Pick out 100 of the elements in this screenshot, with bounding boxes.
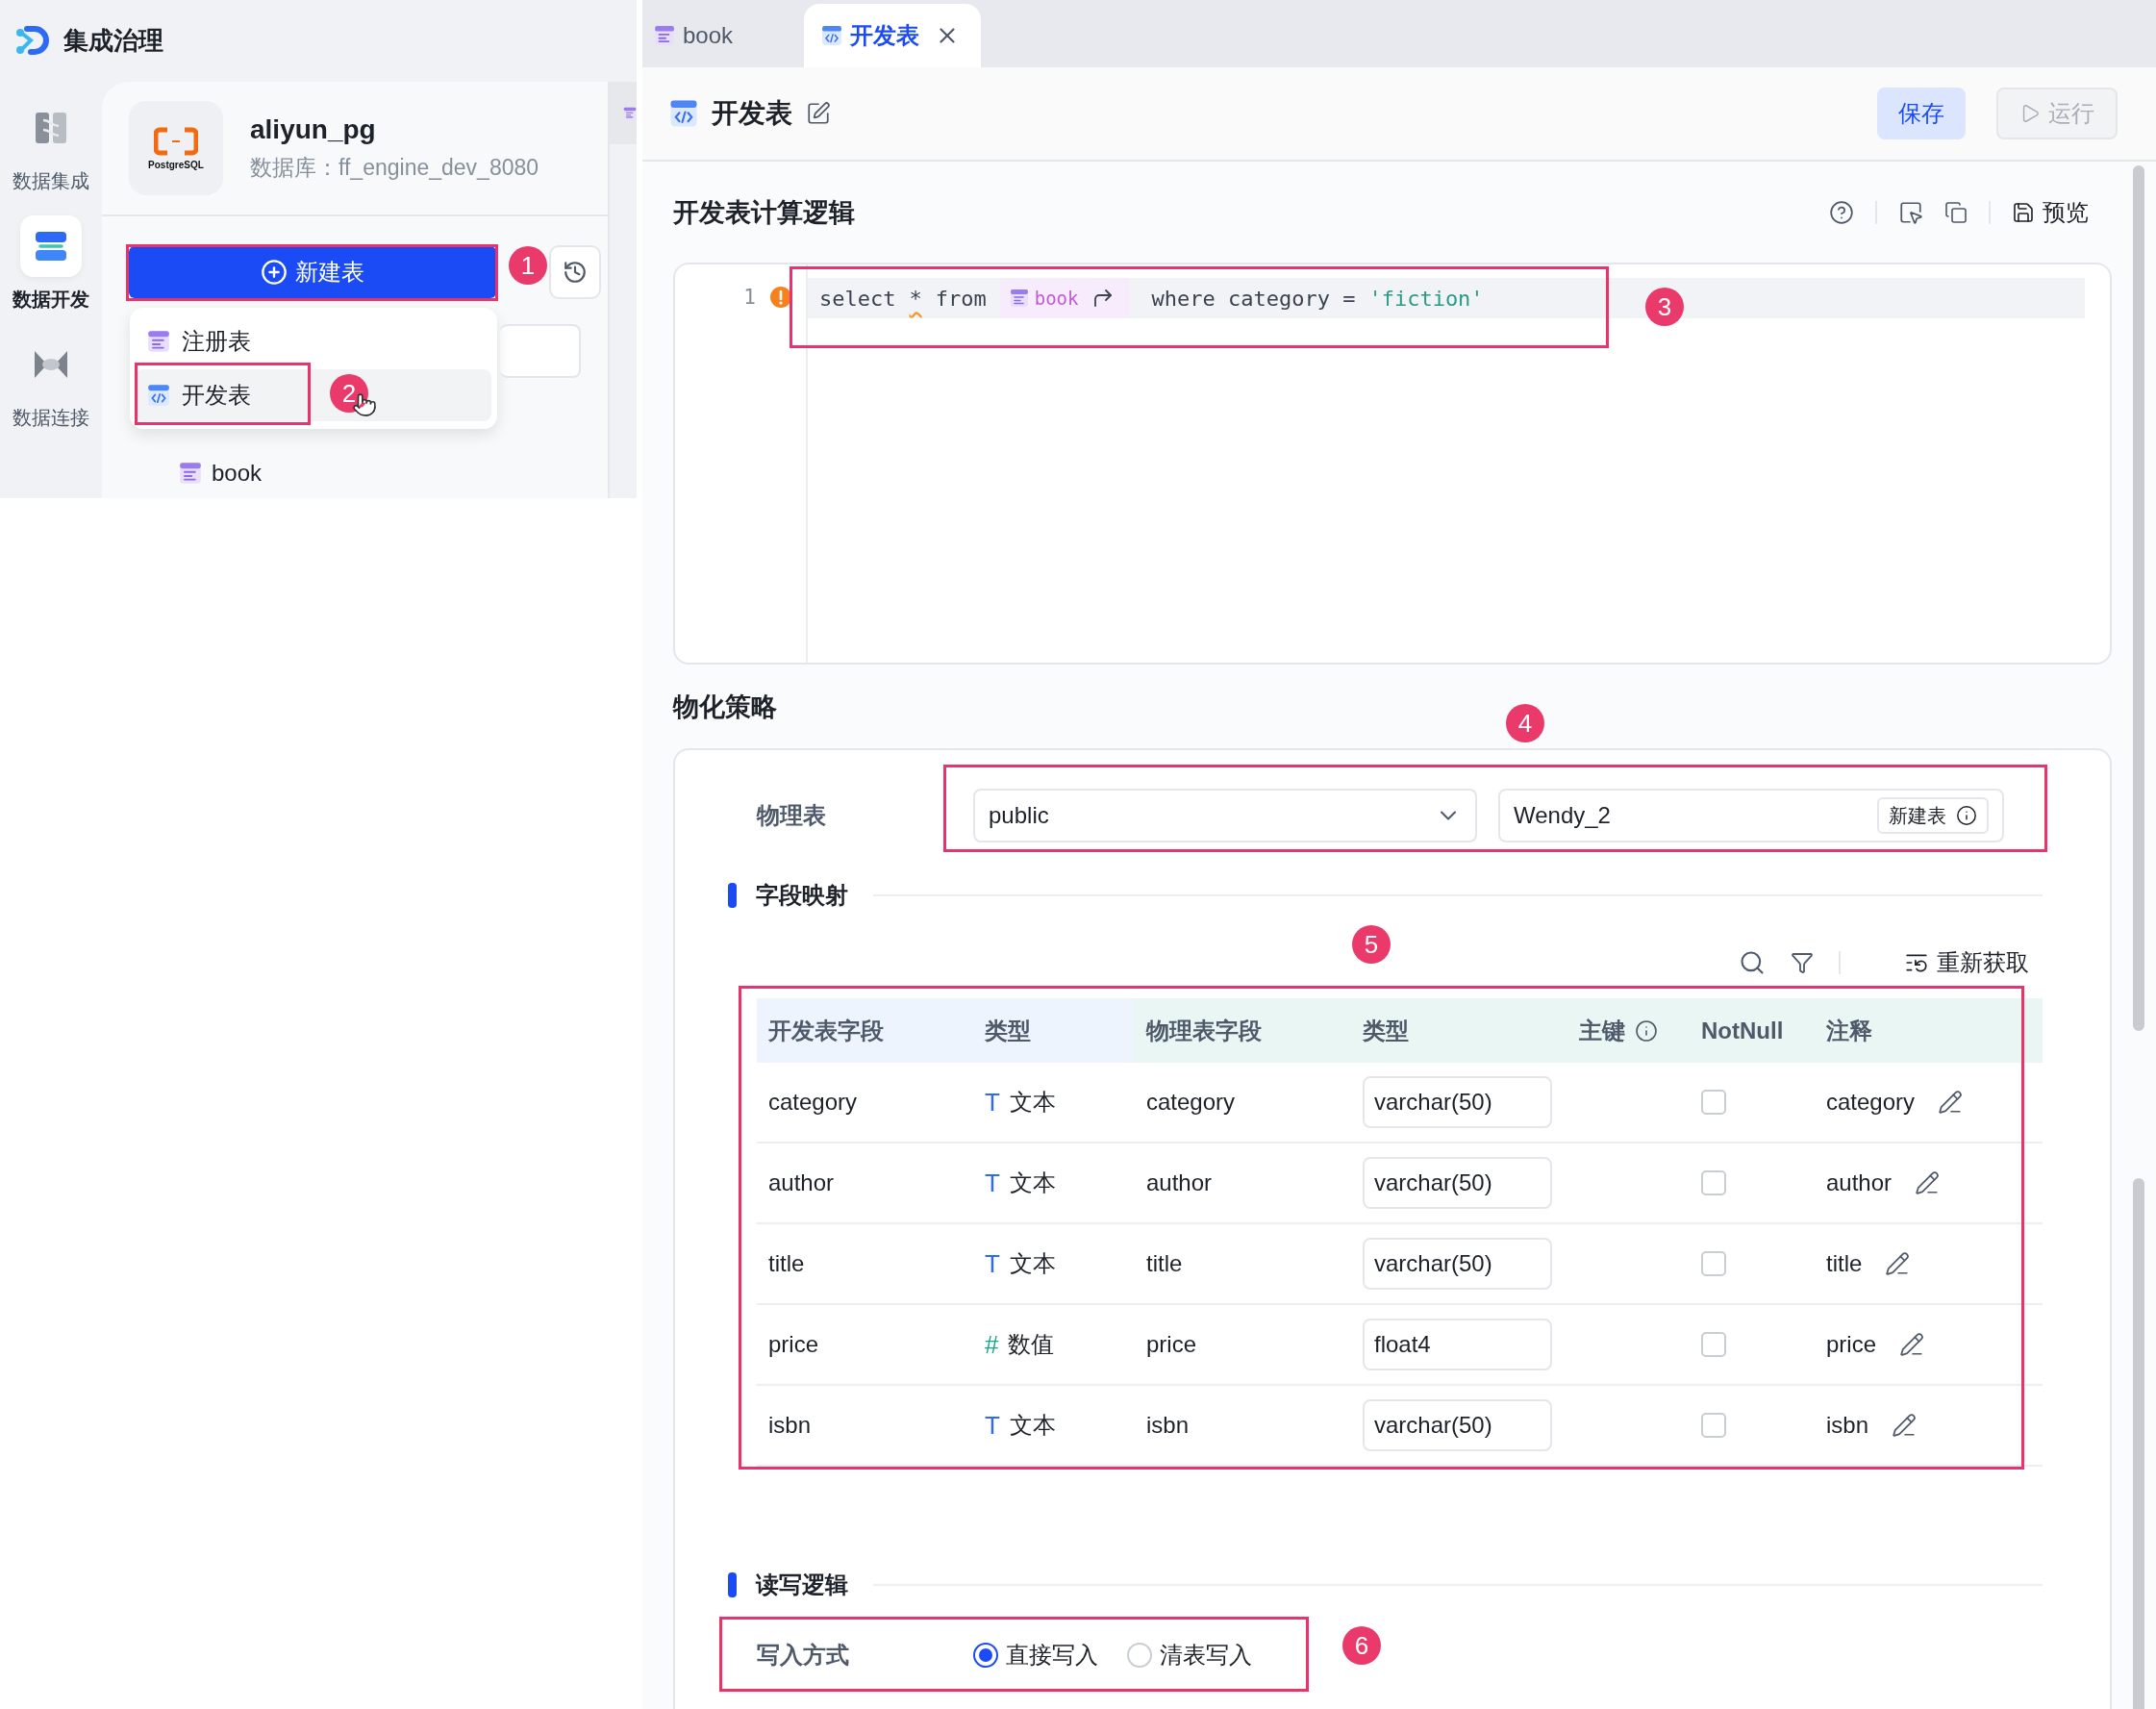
- section-marker: [728, 883, 737, 908]
- table-header-cell-text: 物理表字段: [1146, 1016, 1262, 1045]
- table-header-cell-text: 注释: [1826, 1016, 1872, 1045]
- clock-icon: [563, 260, 588, 285]
- table-header-cell-text: 类型: [1363, 1016, 1409, 1045]
- table-cell: price: [1826, 1331, 1877, 1358]
- line-number: 1: [743, 286, 756, 309]
- table-cell: isbn: [1146, 1412, 1190, 1439]
- table-icon: [1009, 289, 1029, 308]
- table-cell: author: [768, 1169, 835, 1196]
- page-title: 开发表: [712, 97, 792, 130]
- table-cell: author: [1826, 1169, 1893, 1196]
- type-field[interactable]: varchar(50): [1363, 1238, 1552, 1290]
- not-null-checkbox[interactable]: [1701, 1090, 1726, 1115]
- code-table-icon: [147, 384, 170, 407]
- search-icon[interactable]: [1739, 949, 1766, 976]
- edit-icon[interactable]: [1915, 1170, 1941, 1195]
- subsection-title: 字段映射: [756, 881, 848, 910]
- table-name-field[interactable]: Wendy_2 新建表: [1498, 789, 2004, 842]
- code-table-icon: [669, 99, 698, 128]
- text-type-icon: T: [985, 1410, 1000, 1441]
- subsection-title: 读写逻辑: [756, 1571, 848, 1599]
- table-cell-text: 文本: [1009, 1411, 1056, 1440]
- preview-button[interactable]: 预览: [2012, 196, 2089, 228]
- nav-item[interactable]: 数据连接: [13, 334, 89, 431]
- source-name: aliyun_pg: [250, 113, 377, 145]
- section-title: 开发表计算逻辑: [673, 196, 855, 229]
- table-cell: isbn: [1826, 1412, 1869, 1439]
- not-null-checkbox[interactable]: [1701, 1170, 1726, 1195]
- table-cell: category: [1826, 1089, 1916, 1116]
- text-type-icon: T: [985, 1248, 1000, 1279]
- copy-icon[interactable]: [1944, 200, 1968, 224]
- warning-icon: [769, 286, 792, 309]
- not-null-checkbox[interactable]: [1701, 1332, 1726, 1357]
- text-type-icon: T: [985, 1168, 1000, 1198]
- edit-icon[interactable]: [806, 101, 831, 126]
- table-cell: title: [1826, 1250, 1863, 1277]
- table-cell-text: 数值: [1008, 1330, 1055, 1359]
- radio-option[interactable]: 清表写入: [1127, 1640, 1252, 1671]
- table-cell: price: [768, 1331, 819, 1358]
- field-label: 物理表: [757, 801, 827, 830]
- table-header-cell-text: 开发表字段: [768, 1016, 884, 1045]
- table-header-cell-text: 主键: [1579, 1016, 1625, 1045]
- table-cell: title: [768, 1250, 805, 1277]
- table-header-cell: NotNull: [1701, 1017, 1784, 1044]
- edit-icon[interactable]: [1885, 1251, 1911, 1276]
- type-field[interactable]: float4: [1363, 1319, 1552, 1370]
- type-field[interactable]: varchar(50): [1363, 1076, 1552, 1128]
- code-text: from: [935, 286, 987, 311]
- app-title: 集成治理: [63, 25, 163, 57]
- radio-label: 直接写入: [1006, 1641, 1098, 1670]
- table-cell: price: [1146, 1331, 1197, 1358]
- schema-select[interactable]: public: [973, 789, 1477, 842]
- edit-icon[interactable]: [1899, 1332, 1925, 1357]
- menu-item[interactable]: 注册表: [136, 315, 491, 367]
- refetch-button[interactable]: 重新获取: [1904, 947, 2029, 978]
- table-icon: [147, 330, 170, 353]
- edit-icon[interactable]: [1892, 1413, 1918, 1438]
- info-icon: [1956, 805, 1977, 826]
- section-title: 物化策略: [673, 691, 777, 723]
- number-type-icon: #: [985, 1329, 999, 1360]
- tab[interactable]: book: [652, 4, 796, 67]
- save-button[interactable]: 保存: [1877, 88, 1966, 139]
- edit-icon[interactable]: [1938, 1090, 1964, 1115]
- code-text: *: [909, 286, 922, 311]
- info-icon[interactable]: [1635, 1018, 1658, 1043]
- floppy-icon: [2012, 200, 2035, 224]
- help-icon[interactable]: [1829, 199, 1854, 225]
- table-cell: title: [1146, 1250, 1183, 1277]
- bracket-icon: [154, 126, 198, 156]
- new-table-button[interactable]: 新建表: [129, 246, 496, 298]
- text-type-icon: T: [985, 1087, 1000, 1118]
- database-name: 数据库：ff_engine_dev_8080: [250, 153, 539, 182]
- pointer-icon[interactable]: [1898, 199, 1923, 225]
- not-null-checkbox[interactable]: [1701, 1413, 1726, 1438]
- tree-item[interactable]: book: [179, 460, 608, 487]
- search-field[interactable]: [500, 324, 581, 378]
- type-field[interactable]: varchar(50): [1363, 1157, 1552, 1209]
- tab[interactable]: 开发表: [804, 4, 981, 67]
- code-table-icon: [821, 25, 842, 46]
- plus-icon: [261, 259, 288, 286]
- not-null-checkbox[interactable]: [1701, 1251, 1726, 1276]
- new-table-button[interactable]: 新建表: [1877, 797, 1989, 834]
- radio-label: 清表写入: [1160, 1641, 1252, 1670]
- table-header-cell-text: 类型: [985, 1016, 1031, 1045]
- type-field[interactable]: varchar(50): [1363, 1399, 1552, 1451]
- table-cell: category: [768, 1089, 858, 1116]
- table-icon: [179, 462, 202, 485]
- table-cell: category: [1146, 1089, 1236, 1116]
- section-marker: [728, 1572, 737, 1597]
- nav-item[interactable]: 数据集成: [13, 97, 89, 194]
- database-logo: PostgreSQL: [129, 101, 223, 195]
- filter-icon[interactable]: [1791, 951, 1814, 974]
- history-button[interactable]: [549, 245, 601, 299]
- radio-option[interactable]: 直接写入: [973, 1640, 1098, 1671]
- code-text: select: [819, 286, 896, 311]
- table-cell-text: 文本: [1009, 1088, 1056, 1117]
- radio-button[interactable]: [973, 1643, 998, 1668]
- table-cell-text: 文本: [1009, 1169, 1056, 1197]
- field-label: 写入方式: [757, 1641, 850, 1670]
